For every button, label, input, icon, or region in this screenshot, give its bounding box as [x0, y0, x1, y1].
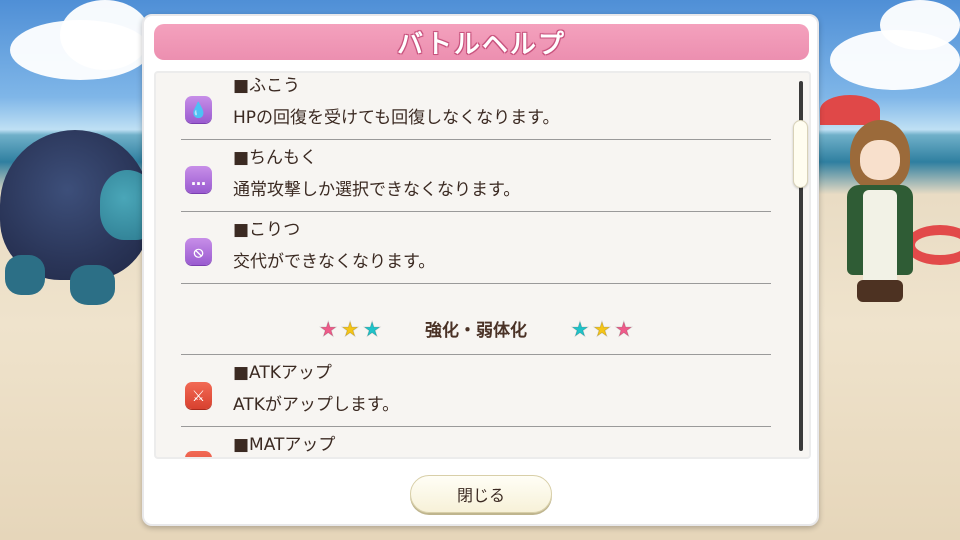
status-name: ■ちんもく — [233, 148, 318, 168]
character-face — [860, 140, 900, 180]
star-icon: ★ — [571, 316, 590, 341]
status-name: ■こりつ — [233, 220, 301, 240]
list-item: ⚔ ■ATKアップ ATKがアップします。 — [181, 355, 771, 427]
cloud — [880, 0, 960, 50]
no-swap-icon: ⦸ — [185, 238, 212, 265]
magic-icon: ✦ — [185, 451, 212, 457]
status-name: ■ATKアップ — [233, 363, 332, 383]
star-decoration-right: ★ ★ ★ — [571, 316, 634, 341]
close-button[interactable]: 閉じる — [410, 475, 552, 513]
status-description: 通常攻撃しか選択できなくなります。 — [233, 180, 521, 200]
star-icon: ★ — [592, 316, 611, 341]
section-header: ★ ★ ★ 強化・弱体化 ★ ★ ★ — [181, 303, 771, 355]
status-name: ■ふこう — [233, 76, 301, 96]
scrollbar-thumb[interactable] — [793, 120, 808, 188]
status-description: HPの回復を受けても回復しなくなります。 — [233, 108, 560, 128]
star-icon: ★ — [363, 316, 382, 341]
section-title: 強化・弱体化 — [425, 321, 527, 341]
dialog-title: バトルヘルプ — [397, 29, 566, 60]
star-icon: ★ — [614, 316, 633, 341]
sweat-drop-icon: 💧 — [185, 96, 212, 123]
turtle-monster-leg — [70, 265, 115, 305]
star-icon: ★ — [319, 316, 338, 341]
dialog-title-bar: バトルヘルプ — [154, 24, 809, 60]
character-dress — [863, 190, 897, 290]
sword-icon: ⚔ — [185, 382, 212, 409]
status-description: 交代ができなくなります。 — [233, 252, 436, 272]
list-item: ⦸ ■こりつ 交代ができなくなります。 — [181, 212, 771, 284]
cloud — [60, 0, 150, 70]
list-item: … ■ちんもく 通常攻撃しか選択できなくなります。 — [181, 140, 771, 212]
turtle-monster-leg — [5, 255, 45, 295]
star-decoration-left: ★ ★ ★ — [319, 316, 382, 341]
speech-bubble-icon: … — [185, 166, 212, 193]
character-boots — [857, 280, 903, 302]
help-scroll-area[interactable]: 💧 ■ふこう HPの回復を受けても回復しなくなります。 … ■ちんもく 通常攻撃… — [154, 71, 811, 459]
list-item: 💧 ■ふこう HPの回復を受けても回復しなくなります。 — [181, 73, 771, 140]
star-icon: ★ — [341, 316, 360, 341]
battle-help-dialog: バトルヘルプ 💧 ■ふこう HPの回復を受けても回復しなくなります。 … ■ちん… — [142, 14, 819, 526]
list-item: ✦ ■MATアップ — [181, 427, 771, 457]
player-character — [835, 120, 925, 302]
status-name: ■MATアップ — [233, 435, 336, 455]
status-description: ATKがアップします。 — [233, 395, 400, 415]
